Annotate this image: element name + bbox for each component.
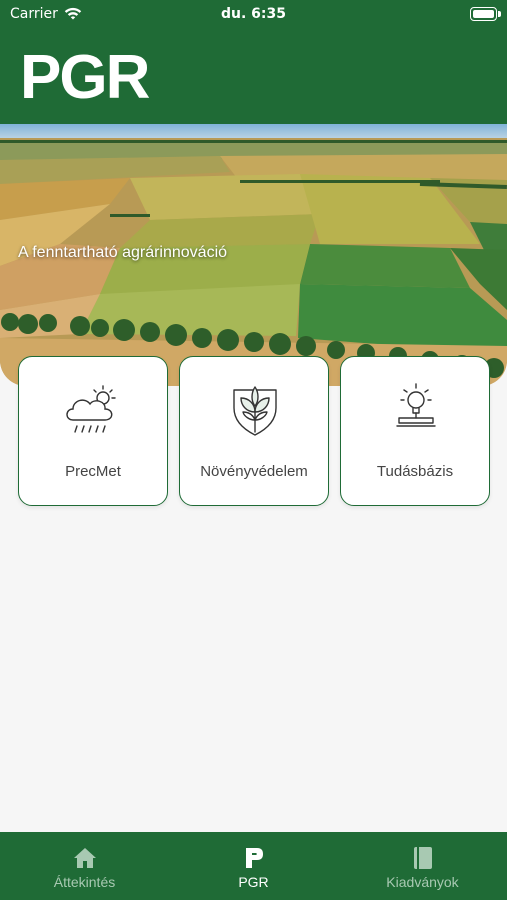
book-icon: [413, 846, 433, 870]
lightbulb-icon: [381, 382, 451, 440]
tab-attekintes-label: Áttekintés: [53, 874, 116, 890]
tab-kiadvanyok-label: Kiadványok: [386, 874, 459, 890]
status-bar: Carrier du. 6:35: [0, 0, 507, 30]
tile-novenyvedelem-label: Növényvédelem: [200, 463, 308, 480]
tab-pgr[interactable]: PGR: [169, 832, 338, 900]
weather-cloud-icon: [59, 382, 129, 440]
tab-bar: Áttekintés PGR Kiadványok: [0, 832, 507, 900]
pgr-logo: PGR: [20, 48, 152, 102]
hero-banner: A fenntartható agrárinnováció: [0, 124, 507, 386]
svg-text:PGR: PGR: [20, 48, 150, 102]
pgr-logo-icon: [244, 846, 264, 870]
home-icon: [73, 846, 97, 870]
app-header: PGR: [0, 30, 507, 124]
tile-novenyvedelem[interactable]: Növényvédelem: [179, 356, 329, 506]
battery-icon: [470, 7, 501, 21]
feature-tiles: PrecMet Növényvédelem Tudásbázis: [18, 356, 490, 506]
tile-precmet-label: PrecMet: [65, 463, 121, 480]
tab-attekintes[interactable]: Áttekintés: [0, 832, 169, 900]
tab-kiadvanyok[interactable]: Kiadványok: [338, 832, 507, 900]
tile-tudasbazis[interactable]: Tudásbázis: [340, 356, 490, 506]
hero-tagline: A fenntartható agrárinnováció: [18, 244, 228, 261]
tab-pgr-label: PGR: [238, 874, 269, 890]
tile-tudasbazis-label: Tudásbázis: [376, 463, 454, 480]
plant-shield-icon: [220, 382, 290, 440]
tile-precmet[interactable]: PrecMet: [18, 356, 168, 506]
status-time: du. 6:35: [220, 6, 286, 22]
